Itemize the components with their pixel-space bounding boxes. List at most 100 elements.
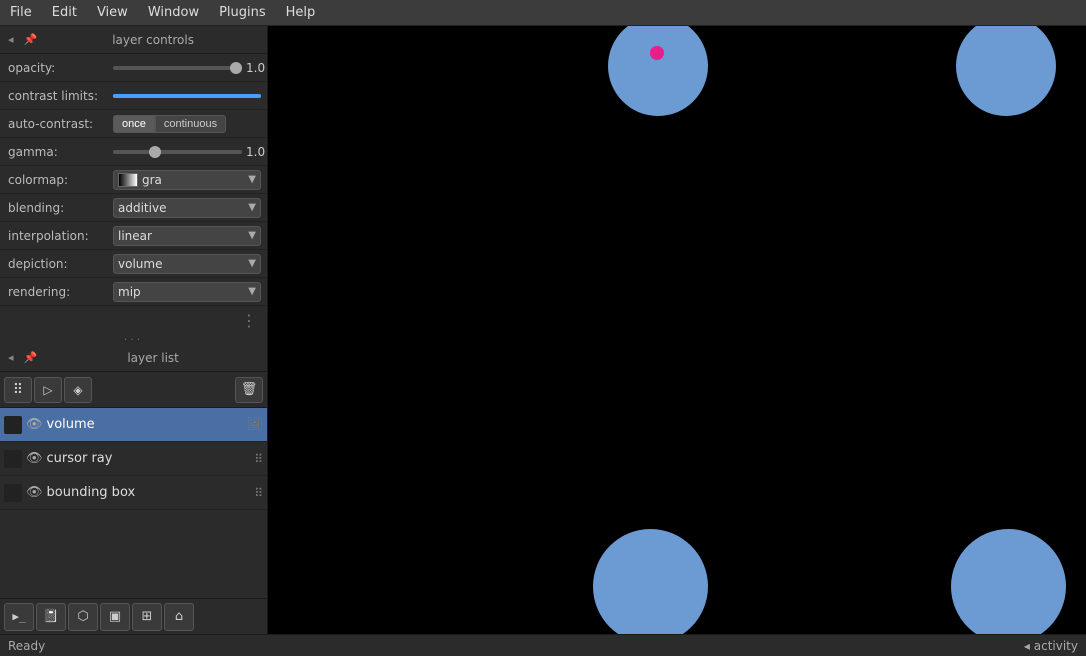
menu-edit[interactable]: Edit [42,2,87,23]
menubar: File Edit View Window Plugins Help [0,0,1086,26]
add-points-button[interactable]: ⠿ [4,377,32,403]
panel-drag-separator[interactable]: ··· [0,334,267,344]
layer-eye-cursor-ray[interactable]: 👁 [26,451,43,466]
add-shapes-button[interactable]: ▷ [34,377,62,403]
menu-file[interactable]: File [0,2,42,23]
layer-color-bounding-box [4,484,22,502]
layer-list-section: ◂ 📌 layer list ⠿ ▷ ◈ 🗑 [0,344,267,598]
trash-icon: 🗑 [241,382,258,397]
blending-select[interactable]: additive ▼ [113,198,261,218]
depiction-arrow-icon: ▼ [248,258,256,269]
bottom-toolbar: ▶_ 📓 ⬡ ▣ ⊞ ⌂ [0,598,267,634]
layer-items-list: 👁 volume 🖼 👁 cursor ray ⠿ 👁 bounding box [0,408,267,598]
layer-image-icon-volume: 🖼 [246,417,263,432]
gamma-row: gamma: 1.0 [0,138,267,166]
layer-item-volume[interactable]: 👁 volume 🖼 [0,408,267,442]
depiction-select[interactable]: volume ▼ [113,254,261,274]
activity-button[interactable]: ◂ activity [1024,639,1078,653]
contrast-limits-label: contrast limits: [8,89,113,103]
blending-widget: additive ▼ [113,198,261,218]
layer-controls-title: layer controls [45,33,261,47]
colormap-value: gra [142,173,244,187]
layer-controls-pin-icon[interactable]: 📌 [22,31,40,48]
rendering-label: rendering: [8,285,113,299]
statusbar: Ready ◂ activity [0,634,1086,656]
colormap-select[interactable]: gra ▼ [113,170,261,190]
depiction-widget: volume ▼ [113,254,261,274]
colormap-widget: gra ▼ [113,170,261,190]
auto-contrast-label: auto-contrast: [8,117,113,131]
auto-contrast-widget: once continuous [113,115,261,133]
layer-eye-volume[interactable]: 👁 [26,417,43,432]
layer-list-collapse-icon[interactable]: ◂ [6,349,16,366]
screenshot-icon: ▣ [109,609,121,624]
circle-bottom-right [951,529,1066,634]
blending-row: blending: additive ▼ [0,194,267,222]
blending-label: blending: [8,201,113,215]
notebook-button[interactable]: 📓 [36,603,66,631]
menu-help[interactable]: Help [276,2,326,23]
plugin-icon: ⬡ [77,609,88,624]
depiction-value: volume [118,257,244,271]
console-button[interactable]: ▶_ [4,603,34,631]
gamma-widget: 1.0 [113,145,274,159]
interpolation-label: interpolation: [8,229,113,243]
delete-layer-button[interactable]: 🗑 [235,377,263,403]
grid-icon: ⊞ [142,609,153,624]
layer-color-volume [4,416,22,434]
layer-eye-bounding-box[interactable]: 👁 [26,485,43,500]
depiction-row: depiction: volume ▼ [0,250,267,278]
auto-contrast-once-btn[interactable]: once [113,115,155,133]
auto-contrast-continuous-btn[interactable]: continuous [155,115,226,133]
colormap-label: colormap: [8,173,113,187]
contrast-limits-widget [113,94,261,98]
menu-window[interactable]: Window [138,2,209,23]
layer-list-pin-icon[interactable]: 📌 [22,349,40,366]
more-options-icon[interactable]: ⋮ [241,311,259,330]
left-panel: ◂ 📌 layer controls opacity: 1.0 contrast… [0,26,268,634]
layer-name-cursor-ray: cursor ray [47,451,251,466]
layer-name-bounding-box: bounding box [47,485,251,500]
menu-view[interactable]: View [87,2,138,23]
opacity-widget: 1.0 [113,61,274,75]
auto-contrast-btn-group: once continuous [113,115,226,133]
interpolation-arrow-icon: ▼ [248,230,256,241]
opacity-slider[interactable] [113,66,242,70]
contrast-slider[interactable] [113,94,261,98]
layer-item-cursor-ray[interactable]: 👁 cursor ray ⠿ [0,442,267,476]
rendering-select[interactable]: mip ▼ [113,282,261,302]
gamma-slider[interactable] [113,150,242,154]
labels-icon: ◈ [73,383,82,397]
canvas-area[interactable] [268,26,1086,634]
home-button[interactable]: ⌂ [164,603,194,631]
circle-bottom-left [593,529,708,634]
layer-color-cursor-ray [4,450,22,468]
layer-move-icon-bounding-box: ⠿ [254,486,263,500]
layer-controls-collapse-icon[interactable]: ◂ [6,31,16,48]
screenshot-button[interactable]: ▣ [100,603,130,631]
colormap-swatch [118,173,138,187]
rendering-value: mip [118,285,244,299]
blending-value: additive [118,201,244,215]
circle-top-right [956,26,1056,116]
menu-plugins[interactable]: Plugins [209,2,276,23]
colormap-row: colormap: gra ▼ [0,166,267,194]
interpolation-value: linear [118,229,244,243]
layer-list-title: layer list [45,351,261,365]
layer-item-bounding-box[interactable]: 👁 bounding box ⠿ [0,476,267,510]
grid-button[interactable]: ⊞ [132,603,162,631]
add-labels-button[interactable]: ◈ [64,377,92,403]
shapes-icon: ▷ [43,383,52,397]
circle-top-left [608,26,708,116]
layer-controls-header: ◂ 📌 layer controls [0,26,267,54]
more-options-row: ⋮ [0,306,267,334]
plugin-widget-button[interactable]: ⬡ [68,603,98,631]
contrast-limits-row: contrast limits: [0,82,267,110]
colormap-arrow-icon: ▼ [248,174,256,185]
interpolation-select[interactable]: linear ▼ [113,226,261,246]
status-ready: Ready [8,639,1024,653]
home-icon: ⌂ [175,609,183,624]
auto-contrast-row: auto-contrast: once continuous [0,110,267,138]
notebook-icon: 📓 [43,609,59,624]
opacity-row: opacity: 1.0 [0,54,267,82]
